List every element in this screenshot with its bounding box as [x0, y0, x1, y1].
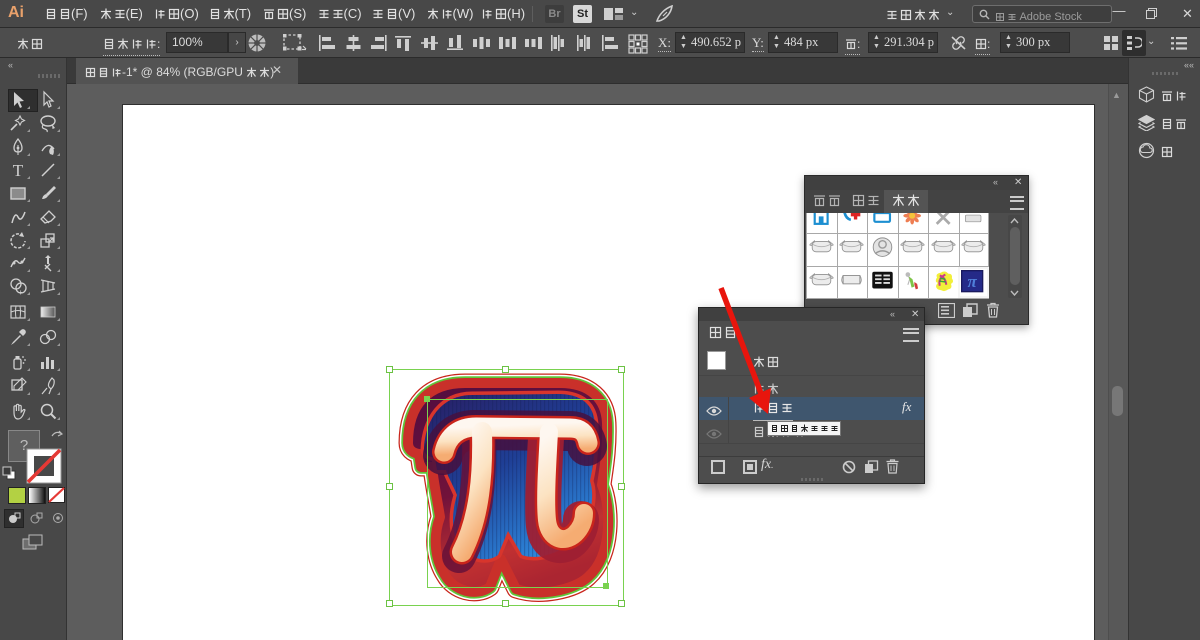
svg-text:+: +	[18, 288, 23, 296]
svg-text:T: T	[13, 161, 24, 180]
svg-text:π: π	[968, 272, 978, 291]
